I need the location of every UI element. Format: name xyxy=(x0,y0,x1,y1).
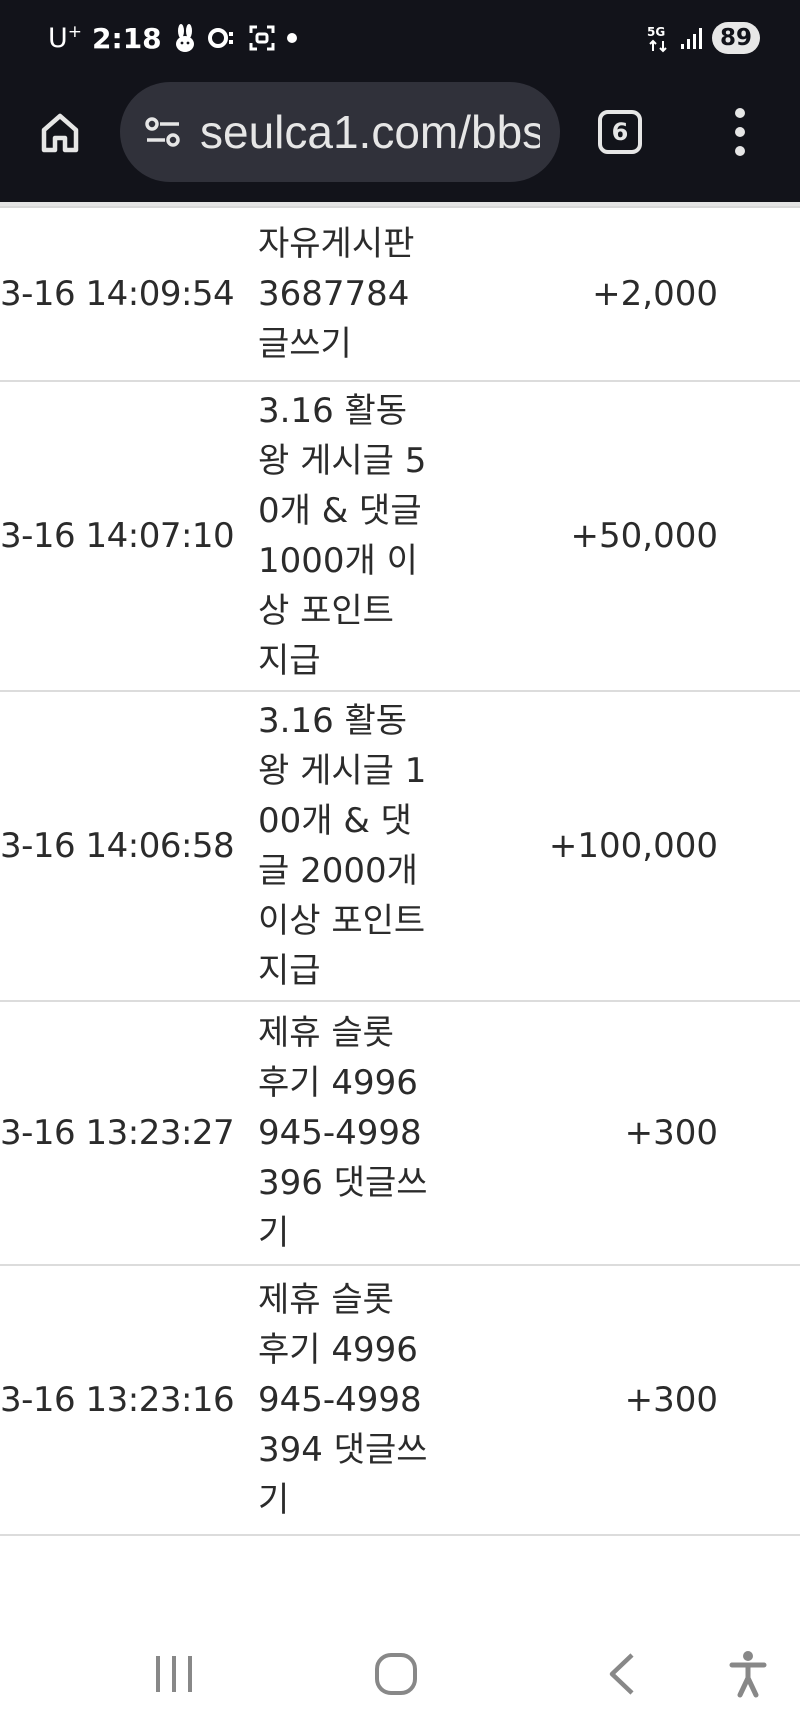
screen: U+ 2:18 5G 89 seulca1.com/bbs 6 3-16 14:… xyxy=(0,0,800,1734)
tab-switcher-button[interactable]: 6 xyxy=(598,110,642,154)
point-description: 제휴 슬롯 후기 4996945-4998394 댓글쓰기 xyxy=(258,1280,428,1520)
navigation-bar xyxy=(0,1614,800,1734)
status-left: U+ 2:18 xyxy=(48,18,298,58)
point-description: 3.16 활동왕 게시글 100개 & 댓글 2000개 이상 포인트 지급 xyxy=(258,701,427,991)
screenshot-icon xyxy=(248,24,276,52)
point-date: 3-16 13:23:27 xyxy=(0,1113,235,1153)
talk-icon xyxy=(207,25,238,51)
recent-apps-icon[interactable] xyxy=(142,1642,206,1706)
point-amount: +50,000 xyxy=(570,516,718,556)
rabbit-icon xyxy=(172,24,198,52)
point-history-table: 3-16 14:09:54 자유게시판 3687784 글쓰기 +2,000 3-16… xyxy=(0,202,800,1614)
point-amount: +300 xyxy=(624,1113,718,1153)
table-row: 3-16 13:23:16 제휴 슬롯 후기 4996945-4998394 댓글… xyxy=(0,1266,800,1536)
status-right: 5G 89 xyxy=(646,20,760,56)
carrier-text: U xyxy=(48,23,68,54)
status-bar: U+ 2:18 5G 89 xyxy=(0,0,800,72)
point-description: 3.16 활동왕 게시글 50개 & 댓글 1000개 이상 포인트 지급 xyxy=(258,391,427,681)
table-row: 3-16 14:09:54 자유게시판 3687784 글쓰기 +2,000 xyxy=(0,208,800,382)
point-date: 3-16 14:09:54 xyxy=(0,274,235,314)
svg-text:5G: 5G xyxy=(647,25,665,39)
point-amount: +300 xyxy=(624,1380,718,1420)
point-date: 3-16 14:07:10 xyxy=(0,516,235,556)
table-row: 3-16 14:07:10 3.16 활동왕 게시글 50개 & 댓글 1000개… xyxy=(0,382,800,692)
notification-dot-icon xyxy=(286,32,298,44)
menu-dot xyxy=(735,146,745,156)
table-body: 3-16 14:09:54 자유게시판 3687784 글쓰기 +2,000 3-16… xyxy=(0,208,800,1536)
network-5g-icon: 5G xyxy=(646,23,672,53)
tune-icon[interactable] xyxy=(142,111,184,153)
signal-icon xyxy=(680,26,704,50)
url-text[interactable]: seulca1.com/bbs xyxy=(200,105,540,159)
point-description: 자유게시판 3687784 글쓰기 xyxy=(258,224,415,364)
point-amount: +2,000 xyxy=(592,274,718,314)
accessibility-icon[interactable] xyxy=(716,1642,780,1706)
menu-dot xyxy=(735,108,745,118)
battery-indicator: 89 xyxy=(711,22,760,54)
menu-dot xyxy=(735,127,745,137)
home-icon[interactable] xyxy=(30,102,90,162)
point-date: 3-16 13:23:16 xyxy=(0,1380,235,1420)
clock: 2:18 xyxy=(92,21,162,55)
point-amount: +100,000 xyxy=(548,826,718,866)
home-circle-icon[interactable] xyxy=(364,1642,428,1706)
carrier-plus: + xyxy=(67,22,83,42)
point-date: 3-16 14:06:58 xyxy=(0,826,235,866)
more-vertical-icon[interactable] xyxy=(720,102,760,162)
address-bar[interactable]: seulca1.com/bbs xyxy=(120,82,560,182)
back-icon[interactable] xyxy=(590,1642,654,1706)
carrier-label: U+ xyxy=(48,22,82,54)
table-row: 3-16 13:23:27 제휴 슬롯 후기 4996945-4998396 댓글… xyxy=(0,1002,800,1266)
table-row: 3-16 14:06:58 3.16 활동왕 게시글 100개 & 댓글 2000… xyxy=(0,692,800,1002)
browser-toolbar: seulca1.com/bbs 6 xyxy=(0,72,800,202)
point-description: 제휴 슬롯 후기 4996945-4998396 댓글쓰기 xyxy=(258,1013,428,1253)
